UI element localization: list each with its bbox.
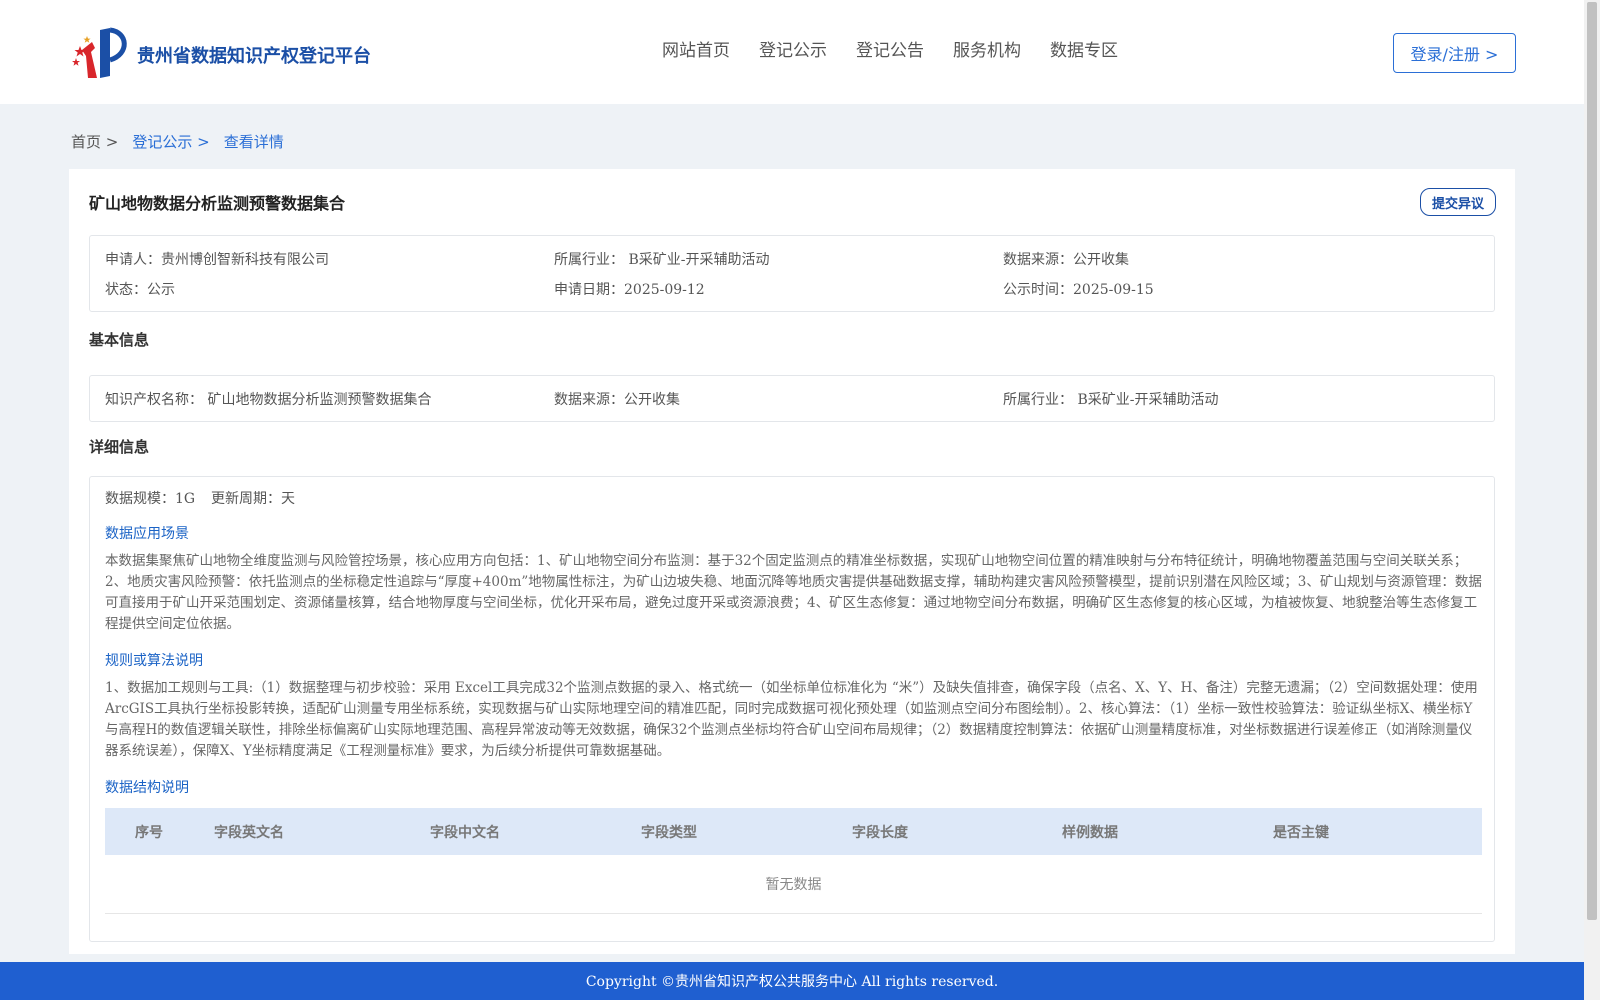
detail-info-panel: 数据规模：1G 更新周期：天 数据应用场景 本数据集聚焦矿山地物全维度监测与风险… <box>89 476 1495 942</box>
col-chinese-name: 字段中文名 <box>430 824 500 841</box>
nav-registration-publicity[interactable]: 登记公示 <box>759 40 827 62</box>
source-field: 数据来源：公开收集 <box>1003 252 1129 268</box>
nav-service-agencies[interactable]: 服务机构 <box>953 40 1021 62</box>
data-scale-field: 数据规模：1G <box>105 491 196 507</box>
summary-panel: 申请人：贵州博创智新科技有限公司 所属行业： B采矿业-开采辅助活动 数据来源：… <box>89 235 1495 312</box>
industry-field: 所属行业： B采矿业-开采辅助活动 <box>554 252 770 268</box>
site-footer: Copyright ©贵州省知识产权公共服务中心 All rights rese… <box>0 962 1584 1000</box>
col-sample-data: 样例数据 <box>1062 824 1118 841</box>
ip-name-field: 知识产权名称： 矿山地物数据分析监测预警数据集合 <box>105 392 432 408</box>
copyright-text: Copyright ©贵州省知识产权公共服务中心 All rights rese… <box>585 974 999 990</box>
col-english-name: 字段英文名 <box>214 824 284 841</box>
breadcrumb-home[interactable]: 首页 > <box>71 131 118 152</box>
basic-info-title: 基本信息 <box>89 331 150 349</box>
breadcrumb: 首页 > 登记公示 > 查看详情 <box>71 131 298 152</box>
update-cycle-field: 更新周期：天 <box>211 491 295 507</box>
basic-industry-field: 所属行业： B采矿业-开采辅助活动 <box>1003 392 1219 408</box>
breadcrumb-section[interactable]: 登记公示 > <box>132 131 209 152</box>
basic-info-panel: 知识产权名称： 矿山地物数据分析监测预警数据集合 数据来源：公开收集 所属行业：… <box>89 375 1495 422</box>
data-structure-table: 序号 字段英文名 字段中文名 字段类型 字段长度 样例数据 是否主键 暂无数据 <box>105 808 1482 914</box>
col-primary-key: 是否主键 <box>1273 824 1329 841</box>
col-field-type: 字段类型 <box>641 824 697 841</box>
table-header-row: 序号 字段英文名 字段中文名 字段类型 字段长度 样例数据 是否主键 <box>105 808 1482 855</box>
rules-algorithm-text: 1、数据加工规则与工具:（1）数据整理与初步校验：采用 Excel工具完成32个… <box>105 680 1478 759</box>
login-register-button[interactable]: 登录/注册 > <box>1393 33 1516 73</box>
table-empty-state: 暂无数据 <box>105 855 1482 914</box>
nav-home[interactable]: 网站首页 <box>662 40 730 62</box>
main-nav: 网站首页 登记公示 登记公告 服务机构 数据专区 <box>662 40 1147 62</box>
apply-date-field: 申请日期：2025-09-12 <box>554 282 705 298</box>
detail-info-title: 详细信息 <box>89 438 150 456</box>
submit-objection-button[interactable]: 提交异议 <box>1420 188 1496 216</box>
col-field-length: 字段长度 <box>852 824 908 841</box>
site-title[interactable]: 贵州省数据知识产权登记平台 <box>137 42 371 68</box>
nav-data-zone[interactable]: 数据专区 <box>1050 40 1118 62</box>
data-structure-title: 数据结构说明 <box>105 780 189 796</box>
publish-time-field: 公示时间：2025-09-15 <box>1003 282 1154 298</box>
applicant-field: 申请人：贵州博创智新科技有限公司 <box>105 252 329 268</box>
scrollbar-thumb[interactable] <box>1587 2 1597 920</box>
page-scrollbar[interactable] <box>1584 0 1600 1000</box>
site-logo-icon[interactable] <box>70 26 130 80</box>
record-title: 矿山地物数据分析监测预警数据集合 <box>89 194 346 213</box>
nav-registration-announcement[interactable]: 登记公告 <box>856 40 924 62</box>
status-field: 状态：公示 <box>105 282 175 298</box>
application-scenario-text: 本数据集聚焦矿山地物全维度监测与风险管控场景，核心应用方向包括：1、矿山地物空间… <box>105 553 1482 632</box>
site-header: 贵州省数据知识产权登记平台 网站首页 登记公示 登记公告 服务机构 数据专区 登… <box>0 0 1584 104</box>
breadcrumb-current: 查看详情 <box>223 133 284 151</box>
application-scenario-title: 数据应用场景 <box>105 526 189 542</box>
detail-card: 矿山地物数据分析监测预警数据集合 提交异议 申请人：贵州博创智新科技有限公司 所… <box>69 169 1515 954</box>
col-index: 序号 <box>135 824 163 841</box>
basic-source-field: 数据来源：公开收集 <box>554 392 680 408</box>
rules-algorithm-title: 规则或算法说明 <box>105 653 203 669</box>
